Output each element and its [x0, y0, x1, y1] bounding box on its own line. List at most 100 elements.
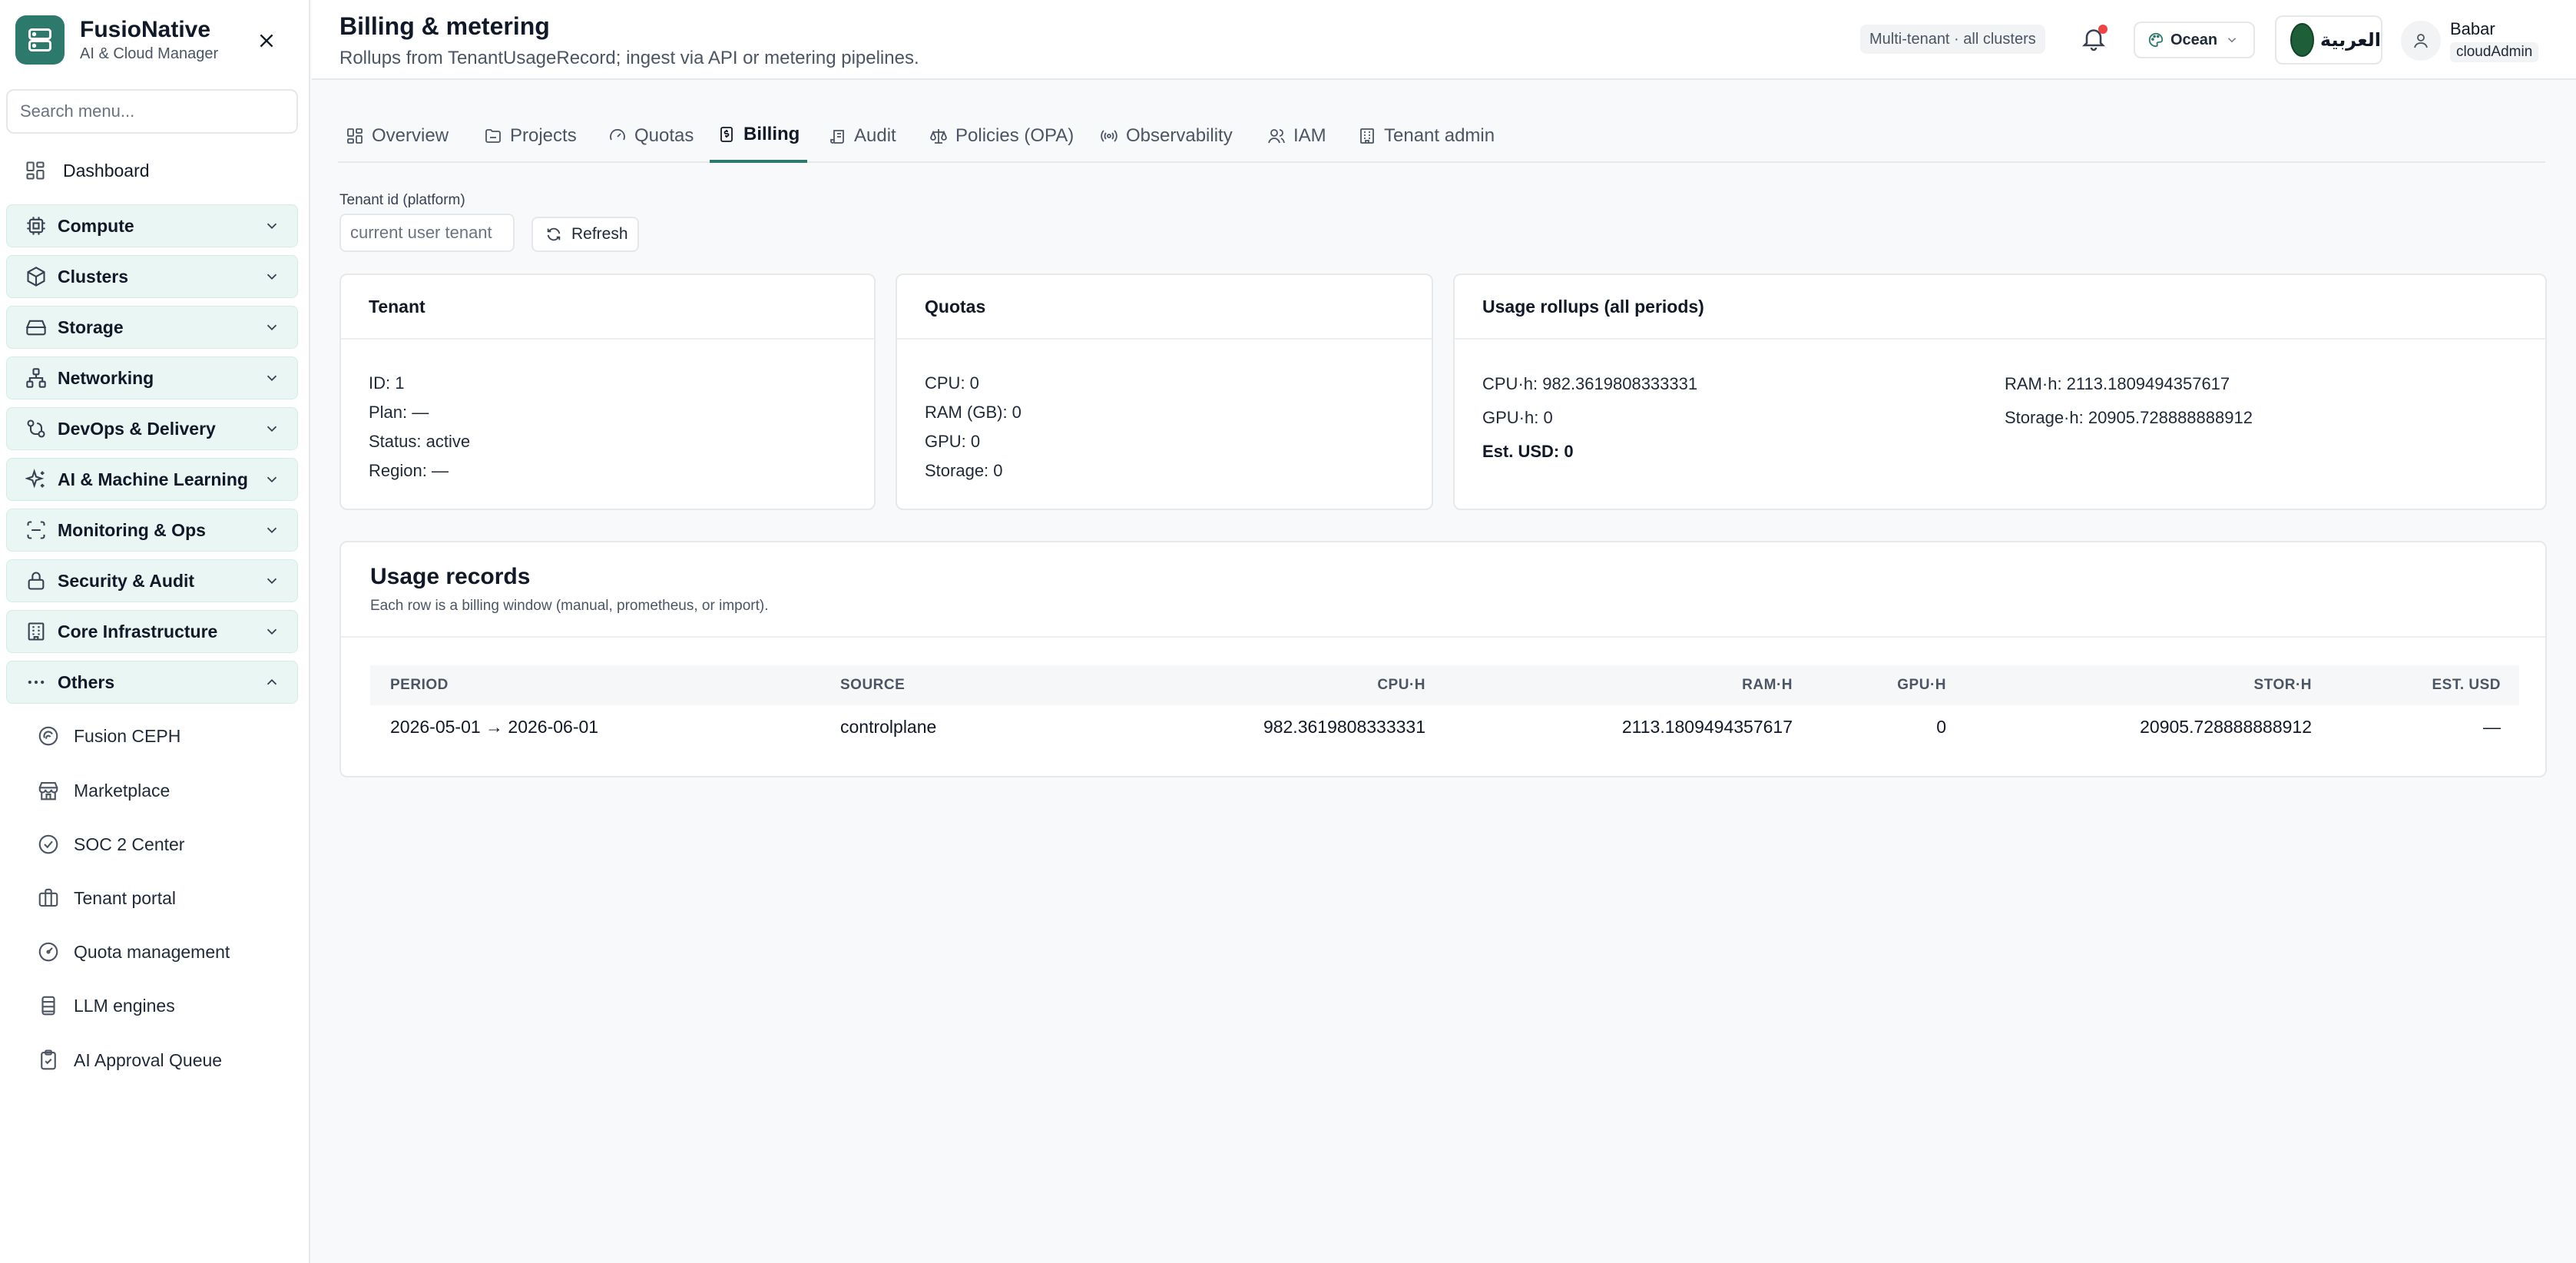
sidebar-item-label: Dashboard [63, 160, 150, 181]
scroll-icon [828, 127, 846, 145]
sidebar-item-tenant-portal[interactable]: Tenant portal [37, 877, 298, 920]
check-circle-icon [37, 833, 60, 856]
folder-icon [484, 127, 502, 145]
sidebar-group-clusters[interactable]: Clusters [6, 255, 298, 298]
network-icon [25, 367, 47, 389]
box-icon [25, 266, 47, 287]
quota-gpu: GPU: 0 [925, 432, 981, 451]
page-subtitle: Rollups from TenantUsageRecord; ingest v… [339, 48, 919, 68]
tab-observability[interactable]: Observability [1092, 109, 1240, 163]
tab-quotas[interactable]: Quotas [601, 109, 701, 163]
table-row[interactable]: 2026-05-01 → 2026-06-01 controlplane 982… [370, 705, 2519, 748]
cpu-icon [25, 215, 47, 237]
tenant-region: Region: — [369, 461, 449, 480]
sidebar-item-quota-management[interactable]: Quota management [37, 930, 298, 973]
tab-label: Observability [1126, 125, 1233, 146]
brand: FusioNative AI & Cloud Manager [15, 15, 293, 65]
sidebar-group-label: Networking [58, 367, 154, 388]
tab-overview[interactable]: Overview [338, 109, 456, 163]
rollup-gpu-h: GPU·h: 0 [1482, 408, 1553, 427]
sidebar-search-input[interactable] [6, 89, 298, 134]
rollup-storage-h: Storage·h: 20905.728888888912 [2005, 408, 2253, 427]
user-icon [2401, 21, 2441, 61]
notifications-button[interactable] [2080, 25, 2111, 55]
cylinder-icon [37, 994, 60, 1017]
tenant-card: Tenant ID: 1 Plan: — Status: active Regi… [339, 273, 876, 510]
column-header-est-usd: EST. USD [2432, 677, 2501, 693]
theme-select[interactable]: Ocean [2134, 22, 2255, 58]
sidebar-item-soc2[interactable]: SOC 2 Center [37, 823, 298, 866]
sidebar-group-storage[interactable]: Storage [6, 306, 298, 349]
tab-label: Quotas [634, 125, 694, 146]
user-role-badge: cloudAdmin [2450, 42, 2539, 62]
language-switcher[interactable]: العربية [2275, 15, 2382, 65]
sidebar-group-ai-ml[interactable]: AI & Machine Learning [6, 458, 298, 501]
cell-source: controlplane [840, 716, 937, 737]
chevron-down-icon [263, 268, 280, 285]
sidebar-group-networking[interactable]: Networking [6, 356, 298, 399]
refresh-button[interactable]: Refresh [531, 217, 639, 252]
tab-policies[interactable]: Policies (OPA) [922, 109, 1081, 163]
cell-cpu-h: 982.3619808333331 [1263, 716, 1425, 737]
card-title: Usage rollups (all periods) [1455, 275, 2545, 340]
chevron-down-icon [263, 370, 280, 386]
quota-cpu: CPU: 0 [925, 373, 979, 393]
tab-label: Billing [743, 124, 800, 144]
sidebar-group-devops[interactable]: DevOps & Delivery [6, 407, 298, 450]
sidebar-group-security[interactable]: Security & Audit [6, 559, 298, 602]
refresh-label: Refresh [571, 225, 628, 243]
sidebar-item-fusion-ceph[interactable]: Fusion CEPH [37, 714, 298, 757]
chevron-down-icon [263, 420, 280, 437]
chevron-down-icon [263, 623, 280, 640]
top-header: Billing & metering Rollups from TenantUs… [312, 0, 2576, 80]
tenant-plan: Plan: — [369, 403, 429, 422]
sidebar-item-dashboard[interactable]: Dashboard [6, 149, 298, 192]
sidebar-group-compute[interactable]: Compute [6, 204, 298, 247]
store-icon [37, 779, 60, 802]
git-icon [25, 418, 47, 439]
sidebar-item-llm-engines[interactable]: LLM engines [37, 984, 298, 1027]
scope-chip: Multi-tenant · all clusters [1860, 25, 2045, 54]
tab-tenant-admin[interactable]: Tenant admin [1350, 109, 1502, 163]
chevron-down-icon [263, 522, 280, 539]
cell-stor-h: 20905.728888888912 [2140, 716, 2312, 737]
quota-storage: Storage: 0 [925, 461, 1003, 480]
user-menu[interactable]: Babar cloudAdmin [2401, 17, 2539, 65]
column-header-ram-h: RAM·H [1742, 677, 1793, 693]
sidebar-group-label: Compute [58, 215, 134, 236]
cell-est-usd: — [2483, 716, 2501, 737]
theme-label: Ocean [2170, 31, 2218, 48]
usage-rollups-card: Usage rollups (all periods) CPU·h: 982.3… [1453, 273, 2547, 510]
sidebar-group-label: AI & Machine Learning [58, 469, 248, 489]
server-logo-icon [15, 15, 65, 65]
divider [341, 636, 2545, 638]
sidebar-item-label: LLM engines [74, 995, 175, 1016]
sidebar-group-core-infra[interactable]: Core Infrastructure [6, 610, 298, 653]
scan-icon [25, 519, 47, 541]
sidebar-group-label: Storage [58, 317, 124, 337]
layout-icon [346, 127, 364, 145]
chevron-down-icon [263, 572, 280, 589]
tab-label: Overview [372, 125, 449, 146]
gauge-icon [37, 940, 60, 963]
refresh-icon [545, 226, 562, 243]
sidebar-item-label: Quota management [74, 941, 230, 962]
rollup-cpu-h: CPU·h: 982.3619808333331 [1482, 374, 1698, 393]
scale-icon [929, 127, 948, 145]
close-icon[interactable] [255, 29, 278, 52]
usage-records-card: Usage records Each row is a billing wind… [339, 541, 2547, 777]
sidebar-group-monitoring[interactable]: Monitoring & Ops [6, 509, 298, 552]
notification-dot [2098, 25, 2107, 34]
tab-iam[interactable]: IAM [1260, 109, 1334, 163]
quota-ram: RAM (GB): 0 [925, 403, 1021, 422]
card-title: Quotas [897, 275, 1432, 340]
tab-billing[interactable]: Billing [710, 109, 808, 163]
sidebar-item-marketplace[interactable]: Marketplace [37, 769, 298, 812]
tab-projects[interactable]: Projects [476, 109, 584, 163]
sidebar-group-others[interactable]: Others [6, 661, 298, 704]
sidebar-item-ai-approval-queue[interactable]: AI Approval Queue [37, 1039, 298, 1082]
tab-audit[interactable]: Audit [820, 109, 904, 163]
chevron-down-icon [263, 471, 280, 488]
tenant-id-input[interactable] [339, 214, 515, 252]
building-icon [25, 621, 47, 642]
